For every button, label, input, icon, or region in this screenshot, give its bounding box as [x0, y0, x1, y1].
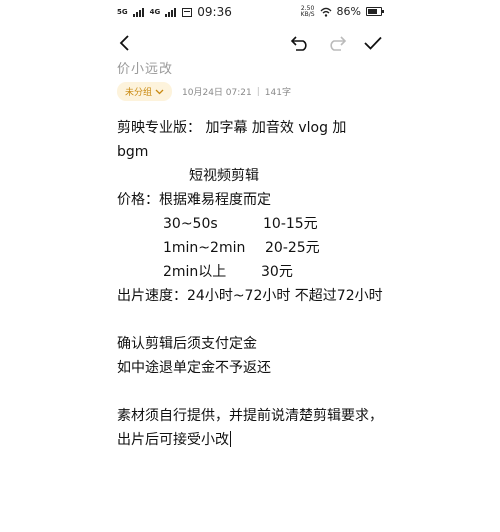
- category-label: 未分组: [125, 88, 153, 98]
- category-selector[interactable]: 未分组: [117, 82, 173, 101]
- redo-icon: [330, 36, 347, 51]
- status-bar: 5G 4G 09:36 2.50 KB/S 86%: [0, 0, 500, 26]
- body-line-last: 出片后可接受小改: [117, 428, 387, 452]
- status-left: 5G 4G 09:36: [117, 5, 232, 19]
- price-row: 1min~2min 20-25元: [117, 236, 387, 260]
- body-line: 如中途退单定金不予返还: [117, 360, 271, 376]
- undo-button[interactable]: [285, 28, 315, 58]
- signal-5g-indicator: 5G: [117, 8, 128, 16]
- note-title[interactable]: 价小远改: [117, 58, 173, 77]
- network-speed: 2.50 KB/S: [300, 5, 315, 18]
- back-arrow-icon: [119, 35, 129, 51]
- confirm-button[interactable]: [358, 28, 388, 58]
- body-line: 出片速度：24小时~72小时 不超过72小时: [117, 288, 383, 304]
- wifi-icon: [320, 7, 332, 17]
- signal-bars-icon: [165, 7, 177, 17]
- price-row: 30~50s 10-15元: [117, 212, 387, 236]
- note-meta: 未分组 10月24日 07:21 | 141字: [117, 82, 291, 101]
- notification-icon: [182, 7, 193, 17]
- signal-bars-icon: [132, 7, 144, 17]
- battery-icon: [366, 7, 384, 16]
- body-line: bgm: [117, 144, 149, 160]
- status-time: 09:36: [197, 5, 232, 19]
- price-duration: 30~50s: [163, 216, 218, 232]
- undo-icon: [290, 36, 307, 51]
- body-line: 价格：根据难易程度而定: [117, 192, 271, 208]
- note-body[interactable]: 剪映专业版： 加字幕 加音效 vlog 加 bgm 短视频剪辑 价格：根据难易程…: [117, 116, 387, 452]
- network-speed-unit: KB/S: [300, 10, 315, 18]
- price-amount: 10-15元: [263, 216, 318, 232]
- body-line: 确认剪辑后须支付定金: [117, 336, 257, 352]
- body-line-subheading: 短视频剪辑: [189, 168, 259, 184]
- price-amount: 30元: [261, 264, 293, 280]
- body-blank-line: [117, 380, 387, 404]
- chevron-down-icon: [155, 89, 164, 94]
- price-amount: 20-25元: [265, 240, 320, 256]
- editor-toolbar: [0, 28, 500, 60]
- redo-button[interactable]: [322, 28, 352, 58]
- text-cursor: [230, 431, 231, 447]
- price-row: 2min以上 30元: [117, 260, 387, 284]
- meta-separator: |: [256, 86, 260, 97]
- body-line-text: 出片后可接受小改: [117, 432, 229, 448]
- back-button[interactable]: [110, 28, 140, 58]
- body-line: 素材须自行提供，并提前说清楚剪辑要求，: [117, 408, 383, 424]
- checkmark-icon: [364, 36, 382, 50]
- price-duration: 1min~2min: [163, 240, 246, 256]
- signal-4g-indicator: 4G: [149, 8, 161, 16]
- price-duration: 2min以上: [163, 264, 227, 280]
- body-line: 剪映专业版： 加字幕 加音效 vlog 加: [117, 120, 347, 136]
- word-count: 141字: [264, 88, 291, 98]
- status-right: 2.50 KB/S 86%: [300, 5, 384, 18]
- battery-percent: 86%: [336, 5, 361, 18]
- note-date: 10月24日 07:21: [182, 88, 252, 98]
- body-blank-line: [117, 308, 387, 332]
